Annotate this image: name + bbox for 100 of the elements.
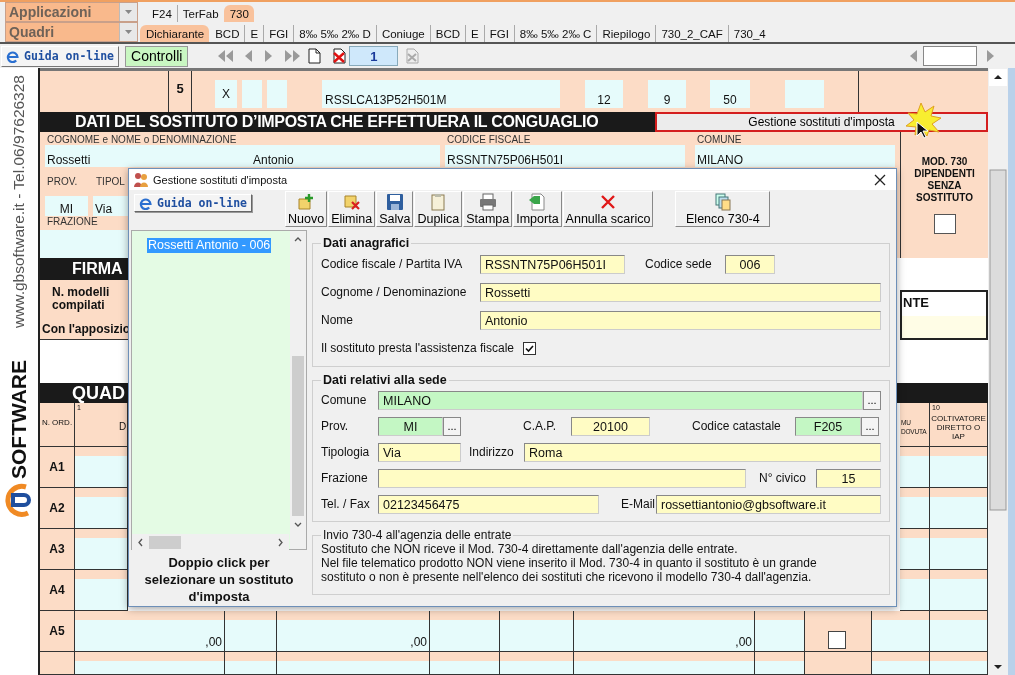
form-field[interactable]: Rossetti — [45, 145, 251, 167]
form-field[interactable] — [902, 316, 986, 338]
input-field[interactable]: RSSNTN75P06H501I — [480, 254, 625, 274]
field-label: Frazione — [321, 471, 369, 485]
tab[interactable]: F24 — [146, 5, 177, 22]
tab[interactable]: TerFab — [176, 5, 224, 22]
input-field[interactable]: Roma — [524, 442, 881, 462]
tab[interactable]: 730_4 — [727, 25, 771, 42]
input-field[interactable]: rossettiantonio@gbsoftware.it — [656, 494, 881, 514]
last-icon[interactable] — [284, 48, 302, 64]
tab[interactable]: 8‰ 5‰ 2‰ D — [293, 25, 376, 42]
input-field[interactable]: 20100 — [571, 416, 650, 436]
toolbar-button[interactable]: Nuovo — [285, 191, 328, 227]
input-field[interactable]: MILANO — [378, 390, 863, 410]
form-label: CODICE FISCALE — [446, 133, 532, 145]
field-label: Tipologia — [321, 445, 371, 459]
form-field[interactable]: Via — [93, 196, 128, 216]
browse-button[interactable]: ... — [861, 416, 879, 436]
tab[interactable]: 730 — [223, 5, 254, 22]
toolbar-button[interactable]: Importa — [513, 191, 562, 227]
toolbar-button[interactable]: Duplica — [414, 191, 463, 227]
amount-text: ,00 — [205, 635, 222, 649]
delete-page-icon[interactable] — [331, 48, 348, 64]
field-label: Nome — [321, 313, 354, 327]
browse-button[interactable]: ... — [443, 416, 461, 436]
form-label: TIPOL — [95, 176, 125, 188]
checkbox[interactable] — [828, 631, 846, 649]
form-field[interactable] — [242, 80, 262, 108]
table-cell — [930, 529, 988, 570]
row-label: A3 — [40, 529, 75, 570]
toolbar-button[interactable]: Salva — [376, 191, 414, 227]
form-field[interactable] — [267, 80, 287, 108]
notice-text: Nel file telematico prodotto NON viene inserito il Mod. 730-4 in quanto il sostituto è un grande sostituto o non è presente nell'elenco dei sostituti che ricevono il modello 730-4 dall'agenzia. — [321, 556, 818, 584]
scrollbar[interactable] — [132, 534, 289, 551]
input-field[interactable]: MI — [378, 416, 443, 436]
scrollbar[interactable] — [290, 231, 306, 549]
table-cell — [75, 488, 128, 529]
input-field[interactable]: Via — [378, 442, 461, 462]
text-field[interactable] — [923, 46, 977, 66]
help-button[interactable]: Guida on-line — [1, 45, 119, 67]
first-icon[interactable] — [217, 48, 235, 64]
tab[interactable]: 8‰ 5‰ 2‰ C — [513, 25, 597, 42]
page-field[interactable]: 1 — [349, 46, 399, 66]
input-field[interactable]: 02123456475 — [378, 494, 599, 514]
tab[interactable]: 730_2_CAF — [655, 25, 728, 42]
tab[interactable]: Dichiarante — [140, 25, 210, 42]
form-field[interactable]: 50 — [710, 80, 750, 108]
form-field[interactable] — [785, 80, 824, 108]
input-field[interactable]: F205 — [795, 416, 861, 436]
page-cross-icon — [342, 193, 361, 211]
tab[interactable]: BCD — [209, 25, 245, 42]
toolbar-button[interactable]: Stampa — [463, 191, 513, 227]
tab[interactable]: FGI — [483, 25, 514, 42]
table-cell — [930, 488, 988, 529]
input-field[interactable]: 006 — [725, 254, 775, 274]
form-field[interactable]: Antonio — [251, 145, 440, 167]
row-label: A1 — [40, 447, 75, 488]
tab[interactable]: BCD — [429, 25, 465, 42]
form-field[interactable]: 12 — [585, 80, 623, 108]
group-title: Dati anagrafici — [322, 236, 411, 250]
amount-text: ,00 — [410, 635, 427, 649]
field-label: Codice sede — [645, 257, 713, 271]
controls-button[interactable]: Controlli — [125, 45, 189, 67]
tab[interactable]: E — [465, 25, 484, 42]
documents-icon — [713, 193, 732, 211]
input-field[interactable]: Rossetti — [480, 282, 881, 302]
tab[interactable]: Coniuge — [375, 25, 430, 42]
field-label: C.A.P. — [523, 419, 558, 433]
browse-button[interactable]: ... — [863, 390, 881, 410]
clipboard-icon — [429, 193, 448, 211]
table-cell — [872, 652, 930, 675]
form-field[interactable]: 9 — [648, 80, 686, 108]
checkbox[interactable] — [933, 214, 956, 234]
help-button[interactable]: Guida on-line — [134, 194, 252, 212]
tab[interactable]: E — [244, 25, 264, 42]
checkbox[interactable] — [523, 341, 537, 355]
browser-icon — [6, 49, 20, 63]
new-page-icon[interactable] — [307, 48, 323, 64]
contact-text: www.gbsoftware.it - Tel.06/97626328 — [10, 75, 28, 329]
toolbar-button[interactable]: Elimina — [328, 191, 376, 227]
form-field[interactable]: X — [215, 80, 237, 108]
notice-text: Sostituto che NON riceve il Mod. 730-4 direttamente dall'agenzia delle entrate. — [321, 542, 739, 556]
table-cell — [900, 488, 930, 529]
form-field[interactable]: MILANO — [695, 145, 895, 167]
form-field[interactable]: MI — [45, 196, 88, 216]
input-field[interactable]: 15 — [816, 468, 881, 488]
amount-text: ,00 — [735, 635, 752, 649]
form-field[interactable]: RSSNTN75P06H501I — [445, 145, 685, 167]
tab[interactable]: Riepilogo — [596, 25, 656, 42]
table-cell — [930, 611, 988, 652]
tag-icon — [528, 193, 547, 211]
input-field[interactable] — [378, 468, 746, 488]
form-field[interactable] — [40, 230, 128, 258]
input-field[interactable]: Antonio — [480, 310, 881, 330]
form-field[interactable]: RSSLCA13P52H501M — [322, 80, 560, 108]
toolbar-button[interactable]: Annulla scarico — [562, 191, 654, 227]
table-cell — [900, 570, 930, 611]
toolbar-button[interactable]: Elenco 730-4 — [675, 191, 771, 227]
tab[interactable]: FGI — [263, 25, 294, 42]
manage-button[interactable]: Gestione sostituti d'imposta — [655, 112, 988, 132]
